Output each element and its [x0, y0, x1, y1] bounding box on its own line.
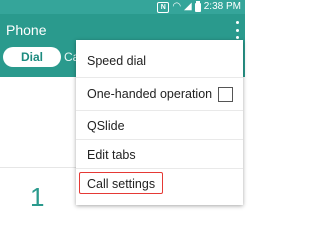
battery-icon: [194, 0, 201, 12]
one-handed-checkbox[interactable]: [218, 87, 233, 102]
dialpad-divider: [0, 167, 80, 168]
app-title: Phone: [6, 22, 47, 38]
menu-item-label: QSlide: [87, 119, 125, 133]
overflow-menu-icon[interactable]: [233, 21, 241, 39]
status-bar: N ◠ ◢ 2:38 PM: [0, 0, 245, 14]
menu-item-label: Edit tabs: [87, 148, 136, 162]
nfc-icon: N: [157, 1, 170, 13]
status-time: 2:38 PM: [203, 1, 241, 12]
signal-icon: ◢: [184, 1, 192, 12]
menu-item-one-handed-operation[interactable]: One-handed operation: [76, 78, 243, 111]
dialpad-key-1[interactable]: 1: [30, 182, 44, 213]
menu-item-label: Speed dial: [87, 54, 147, 68]
menu-item-speed-dial[interactable]: Speed dial: [76, 45, 243, 78]
wifi-icon: ◠: [172, 1, 182, 12]
status-icons: N ◠ ◢ 2:38 PM: [157, 0, 241, 14]
call-settings-highlight: [79, 172, 163, 194]
menu-item-label: One-handed operation: [87, 87, 213, 101]
tab-dial[interactable]: Dial: [3, 47, 61, 67]
